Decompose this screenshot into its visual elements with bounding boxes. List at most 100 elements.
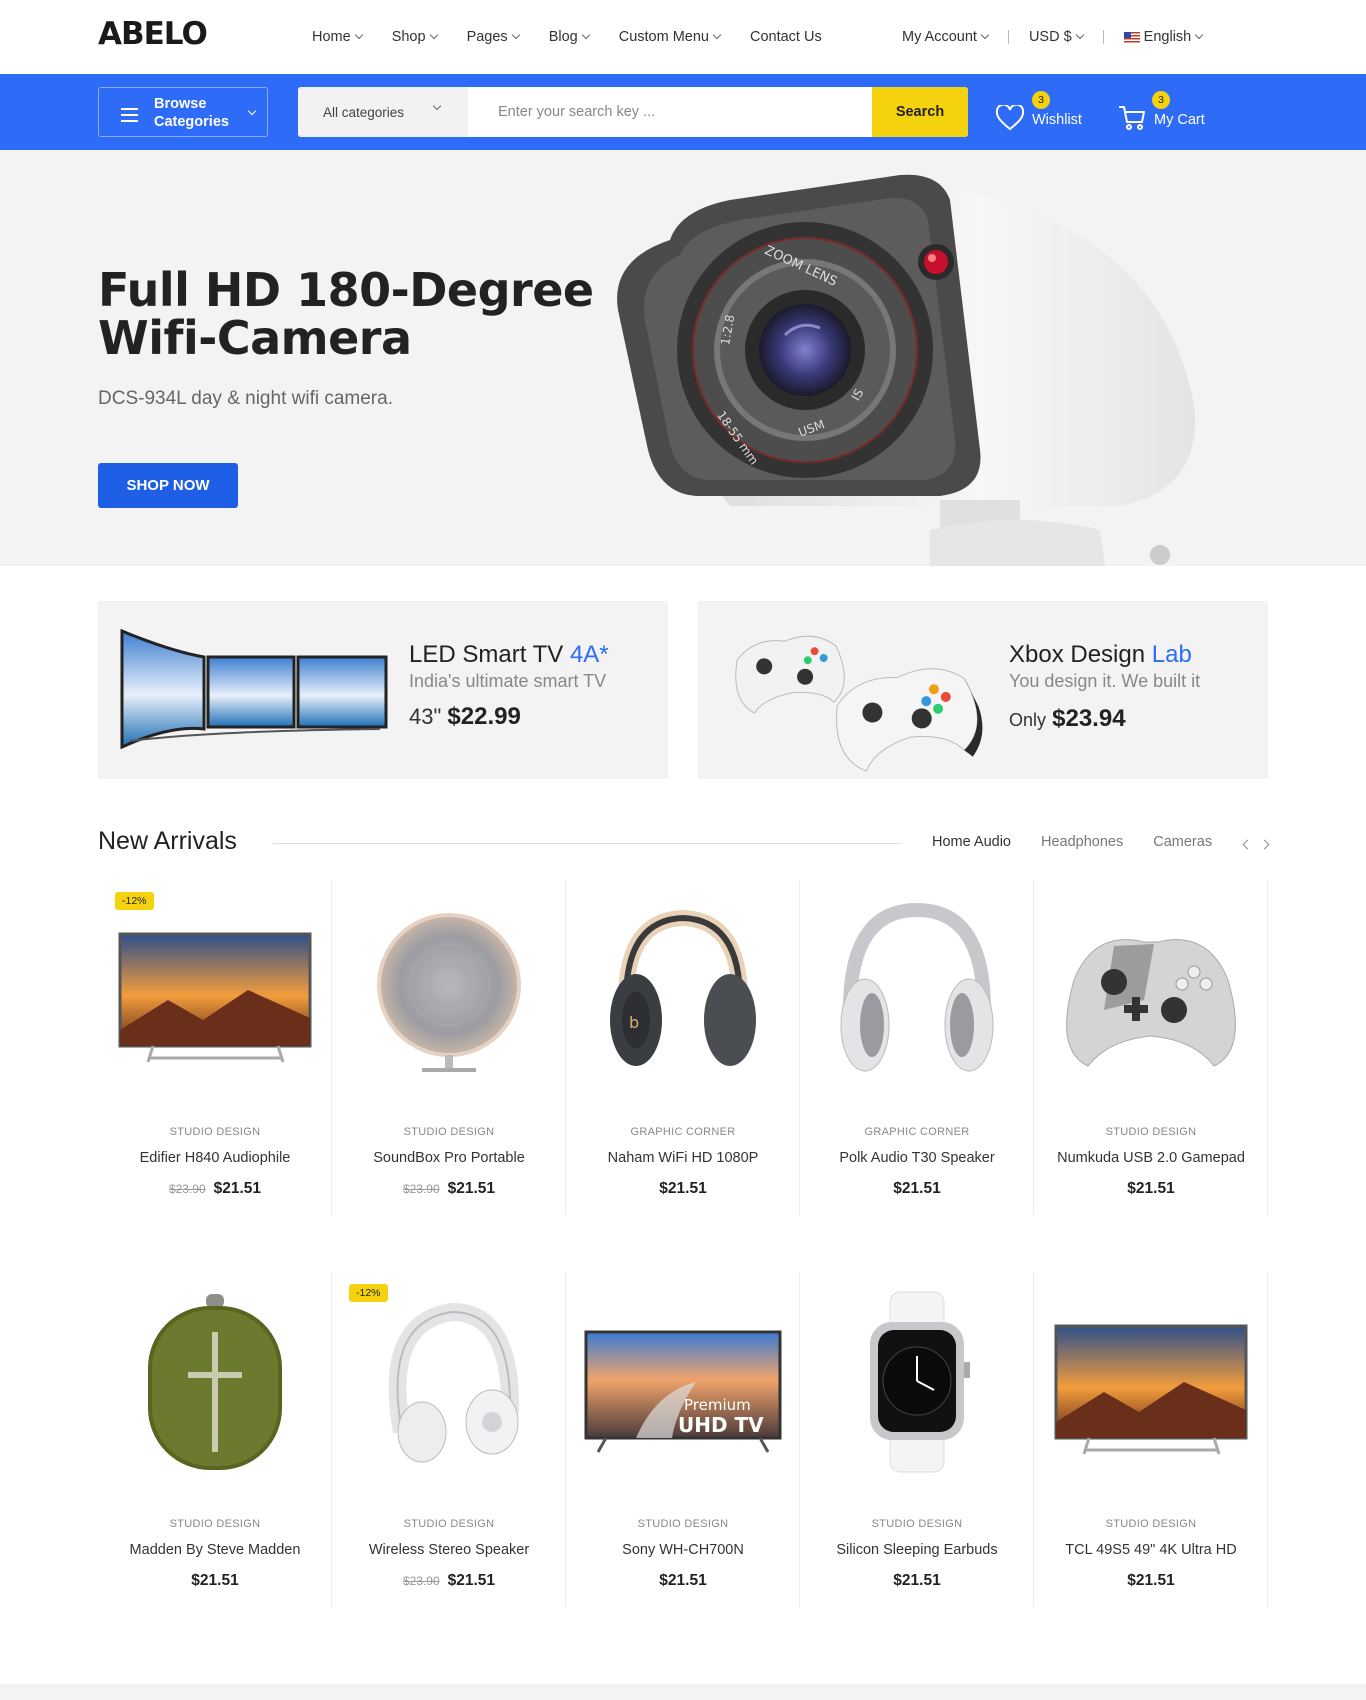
- product-name[interactable]: Sony WH-CH700N: [566, 1542, 800, 1558]
- product-brand: STUDIO DESIGN: [403, 1126, 495, 1138]
- promo-banner-xbox[interactable]: Xbox Design Lab You design it. We built …: [698, 601, 1268, 779]
- product-name[interactable]: Wireless Stereo Speaker: [332, 1542, 566, 1558]
- banner-price-prefix: 43": [409, 704, 442, 729]
- nav-item-home[interactable]: Home: [312, 29, 363, 45]
- product-card[interactable]: STUDIO DESIGN TCL 49S5 49" 4K Ultra HD $21…: [1034, 1272, 1268, 1607]
- footer-edge: [0, 1684, 1366, 1700]
- main-nav: Home Shop Pages Blog Custom Menu Contact…: [312, 0, 852, 74]
- product-prices: $21.51: [98, 1572, 332, 1590]
- product-card[interactable]: -12% STUDIO DESIGN Wireless Stereo Speaker…: [332, 1272, 566, 1607]
- product-name[interactable]: Edifier H840 Audiophile: [98, 1150, 332, 1166]
- product-card[interactable]: STUDIO DESIGN SoundBox Pro Portable $23.90…: [332, 880, 566, 1215]
- browse-categories-button[interactable]: Browse Categories: [98, 87, 268, 137]
- hero-banner: Full HD 180-Degree Wifi-Camera DCS-934L …: [0, 150, 1366, 566]
- product-image[interactable]: [1044, 890, 1258, 1090]
- product-image[interactable]: [810, 890, 1024, 1090]
- image-text-uhd-tv: UHD TV: [678, 1413, 764, 1437]
- product-image[interactable]: [108, 890, 322, 1090]
- product-name[interactable]: SoundBox Pro Portable: [332, 1150, 566, 1166]
- tab-home-audio[interactable]: Home Audio: [932, 834, 1011, 850]
- product-card[interactable]: Premium UHD TV STUDIO DESIGN Sony WH-CH700N…: [566, 1272, 800, 1607]
- product-brand: STUDIO DESIGN: [871, 1518, 963, 1530]
- product-image[interactable]: [108, 1282, 322, 1482]
- banner-title-accent: Lab: [1151, 641, 1192, 668]
- nav-item-custom-menu[interactable]: Custom Menu: [618, 29, 722, 45]
- nav-item-contact-us[interactable]: Contact Us: [750, 29, 822, 45]
- product-image[interactable]: Premium UHD TV: [576, 1282, 790, 1482]
- search-bar-row: Browse Categories All categories Search …: [0, 74, 1366, 150]
- search-input[interactable]: [468, 87, 870, 137]
- product-card[interactable]: b GRAPHIC CORNER Naham WiFi HD 1080P $21.51: [566, 880, 800, 1215]
- search-button[interactable]: Search: [872, 87, 968, 137]
- product-price: $21.51: [191, 1572, 239, 1589]
- banner-price-value: $23.94: [1052, 705, 1126, 732]
- cart-label: My Cart: [1154, 112, 1205, 128]
- banner-title-accent: 4A*: [569, 641, 609, 668]
- category-select-value: All categories: [323, 104, 405, 120]
- product-grid-row: STUDIO DESIGN Madden By Steve Madden $21.5…: [98, 1272, 1268, 1607]
- banner-price-prefix: Only: [1009, 710, 1047, 730]
- nav-label: Custom Menu: [618, 29, 709, 45]
- product-brand: STUDIO DESIGN: [1105, 1518, 1197, 1530]
- category-select[interactable]: All categories: [298, 87, 468, 137]
- product-name[interactable]: Naham WiFi HD 1080P: [566, 1150, 800, 1166]
- product-image[interactable]: [1044, 1282, 1258, 1482]
- product-name[interactable]: TCL 49S5 49" 4K Ultra HD: [1034, 1542, 1268, 1558]
- chevron-left-icon[interactable]: [1242, 839, 1253, 850]
- tab-headphones[interactable]: Headphones: [1041, 834, 1123, 850]
- product-card[interactable]: GRAPHIC CORNER Polk Audio T30 Speaker $21.…: [800, 880, 1034, 1215]
- product-card[interactable]: STUDIO DESIGN Silicon Sleeping Earbuds $21…: [800, 1272, 1034, 1607]
- product-brand: GRAPHIC CORNER: [864, 1126, 970, 1138]
- banner-subtitle: You design it. We built it: [1009, 671, 1201, 691]
- image-text-premium: Premium: [684, 1396, 751, 1414]
- chevron-down-icon: [1075, 30, 1084, 40]
- currency-dropdown[interactable]: USD $: [1029, 29, 1084, 45]
- shop-now-button[interactable]: SHOP NOW: [98, 463, 238, 508]
- product-image[interactable]: [342, 890, 556, 1090]
- curved-tv-image: [120, 629, 388, 749]
- product-name[interactable]: Silicon Sleeping Earbuds: [800, 1542, 1034, 1558]
- product-name[interactable]: Numkuda USB 2.0 Gamepad: [1034, 1150, 1268, 1166]
- product-image[interactable]: [342, 1282, 556, 1482]
- category-tabs: Home Audio Headphones Cameras: [932, 834, 1212, 850]
- chevron-down-icon: [432, 101, 442, 111]
- product-prices: $21.51: [1034, 1180, 1268, 1198]
- product-card[interactable]: -12% STUDIO DESIGN Edifier H840 Audiophile…: [98, 880, 332, 1215]
- cart-link[interactable]: 3 My Cart: [1118, 88, 1205, 138]
- nav-label: Blog: [548, 29, 578, 45]
- chevron-down-icon: [247, 106, 257, 116]
- product-prices: $21.51: [800, 1572, 1034, 1590]
- product-image[interactable]: [810, 1282, 1024, 1482]
- wishlist-label: Wishlist: [1032, 112, 1082, 128]
- product-grid-row: -12% STUDIO DESIGN Edifier H840 Audiophile…: [98, 880, 1268, 1215]
- product-name[interactable]: Madden By Steve Madden: [98, 1542, 332, 1558]
- product-name[interactable]: Polk Audio T30 Speaker: [800, 1150, 1034, 1166]
- menu-icon: [121, 108, 138, 126]
- product-card[interactable]: STUDIO DESIGN Numkuda USB 2.0 Gamepad $21.…: [1034, 880, 1268, 1215]
- tab-cameras[interactable]: Cameras: [1153, 834, 1212, 850]
- product-brand: GRAPHIC CORNER: [630, 1126, 736, 1138]
- wishlist-link[interactable]: 3 Wishlist: [996, 88, 1082, 138]
- language-dropdown[interactable]: English: [1123, 29, 1204, 45]
- chevron-right-icon[interactable]: [1259, 839, 1270, 850]
- site-logo[interactable]: ABELO: [98, 16, 208, 52]
- product-card[interactable]: STUDIO DESIGN Madden By Steve Madden $21.5…: [98, 1272, 332, 1607]
- nav-item-shop[interactable]: Shop: [392, 29, 438, 45]
- my-account-dropdown[interactable]: My Account: [902, 29, 990, 45]
- discount-badge: -12%: [349, 1284, 388, 1302]
- divider: [1007, 30, 1009, 44]
- product-price: $21.51: [1127, 1572, 1175, 1589]
- promo-banner-led-tv[interactable]: LED Smart TV 4A* India's ultimate smart …: [98, 601, 668, 779]
- nav-item-pages[interactable]: Pages: [467, 29, 520, 45]
- language-label: English: [1143, 29, 1192, 45]
- product-old-price: $23.90: [402, 1574, 440, 1588]
- product-price: $21.51: [1127, 1180, 1175, 1197]
- hero-title: Full HD 180-Degree Wifi-Camera: [98, 263, 594, 365]
- heart-icon: [996, 105, 1024, 131]
- nav-item-blog[interactable]: Blog: [548, 29, 590, 45]
- product-price: $21.51: [447, 1572, 496, 1589]
- gamepads-image: [735, 635, 983, 772]
- product-image[interactable]: b: [576, 890, 790, 1090]
- nav-label: Home: [312, 29, 351, 45]
- product-prices: $23.90 $21.51: [98, 1180, 332, 1198]
